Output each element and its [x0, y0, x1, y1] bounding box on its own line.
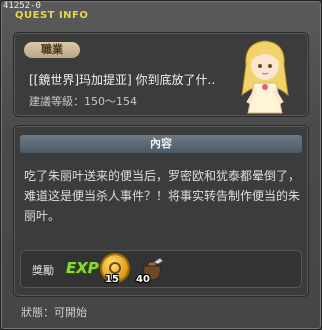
reward-count: 40 [136, 274, 150, 285]
reward-section: 獎勵 EXP 15 40 [20, 250, 302, 288]
window-title: QUEST INFO [15, 10, 89, 21]
exp-icon: EXP [66, 259, 99, 277]
quest-description: 吃了朱丽叶送来的便当后，罗密欧和犹泰都晕倒了，难道这是便当杀人事件？！将事实转告… [24, 169, 301, 223]
npc-portrait-icon [241, 40, 289, 114]
content-panel: 內容 吃了朱丽叶送来的便当后，罗密欧和犹泰都晕倒了，难道这是便当杀人事件？！将事… [13, 125, 309, 297]
level-requirement: 建議等級：150～154 [29, 95, 137, 108]
quest-info-window: 41252-0 QUEST INFO 職業 [[鏡世界]玛加提亚] 你到底放了什… [0, 0, 322, 330]
category-tag: 職業 [24, 42, 80, 58]
quest-status: 狀態：可開始 [21, 306, 87, 319]
reward-count: 15 [105, 274, 119, 285]
content-header: 內容 [20, 135, 302, 153]
quest-name: [[鏡世界]玛加提亚] 你到底放了什.. [29, 73, 216, 87]
reward-label: 獎勵 [32, 264, 54, 277]
quest-summary-panel: 職業 [[鏡世界]玛加提亚] 你到底放了什.. 建議等級：150～154 [13, 32, 309, 117]
